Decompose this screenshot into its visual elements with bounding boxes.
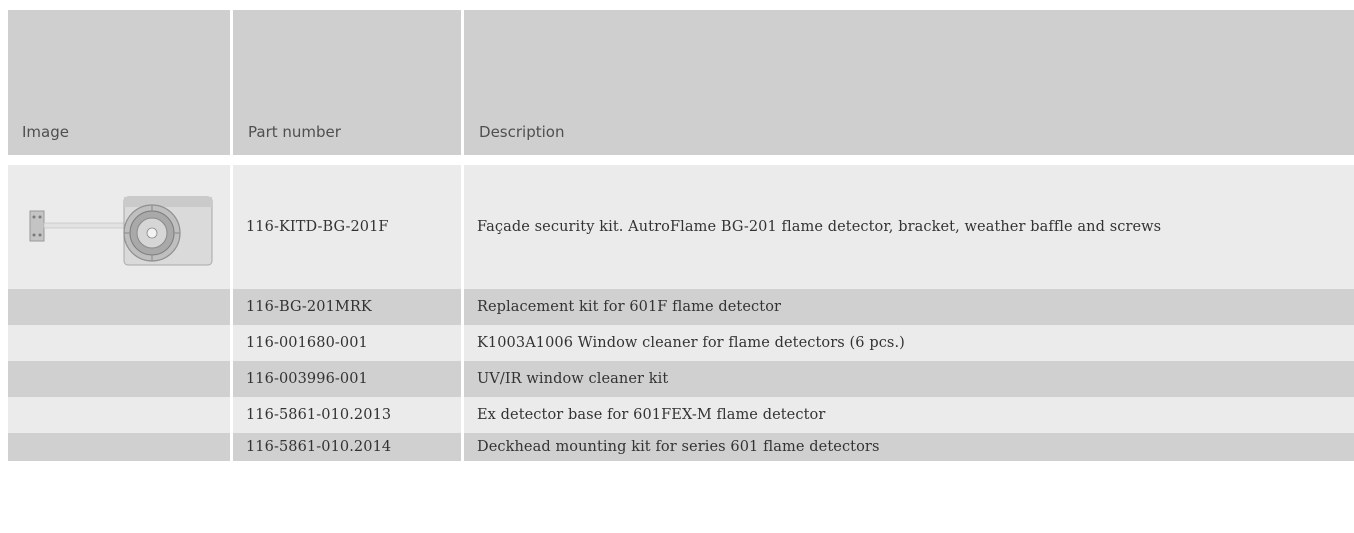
parts-table: Image Part number Description 116-KITD-B… — [8, 10, 1354, 461]
table-row: 116-5861-010.2013 Ex detector base for 6… — [8, 397, 1354, 433]
description-cell: Ex detector base for 601FEX-M flame dete… — [463, 397, 1354, 433]
description-cell: K1003A1006 Window cleaner for flame dete… — [463, 325, 1354, 361]
header-image: Image — [8, 10, 231, 155]
product-image-cell — [8, 165, 230, 289]
header-description: Description — [464, 10, 1354, 155]
image-cell-empty — [8, 361, 230, 397]
table-row: 116-5861-010.2014 Deckhead mounting kit … — [8, 433, 1354, 461]
part-number-cell: 116-001680-001 — [232, 325, 461, 361]
flame-detector-kit-image — [29, 196, 213, 266]
header-part-number: Part number — [233, 10, 462, 155]
part-number-cell: 116-KITD-BG-201F — [232, 165, 461, 289]
table-row: 116-003996-001 UV/IR window cleaner kit — [8, 361, 1354, 397]
table-row: 116-BG-201MRK Replacement kit for 601F f… — [8, 289, 1354, 325]
image-cell-empty — [8, 433, 230, 461]
image-cell-empty — [8, 289, 230, 325]
table-header: Image Part number Description — [8, 10, 1354, 155]
description-cell: Replacement kit for 601F flame detector — [463, 289, 1354, 325]
part-number-cell: 116-5861-010.2014 — [232, 433, 461, 461]
table-row: 116-KITD-BG-201F Façade security kit. Au… — [8, 165, 1354, 289]
description-cell: Façade security kit. AutroFlame BG-201 f… — [463, 165, 1354, 289]
part-number-cell: 116-BG-201MRK — [232, 289, 461, 325]
table-row: 116-001680-001 K1003A1006 Window cleaner… — [8, 325, 1354, 361]
part-number-cell: 116-003996-001 — [232, 361, 461, 397]
image-cell-empty — [8, 325, 230, 361]
description-cell: UV/IR window cleaner kit — [463, 361, 1354, 397]
part-number-cell: 116-5861-010.2013 — [232, 397, 461, 433]
image-cell-empty — [8, 397, 230, 433]
description-cell: Deckhead mounting kit for series 601 fla… — [463, 433, 1354, 461]
